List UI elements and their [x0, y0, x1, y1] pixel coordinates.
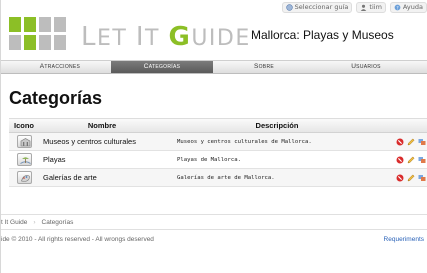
- column-header-icon: Icono: [14, 121, 34, 130]
- copyright-text: ide © 2010 - All rights reserved - All w…: [1, 236, 154, 243]
- translate-icon[interactable]: [418, 156, 426, 164]
- delete-icon[interactable]: [396, 156, 404, 164]
- globe-icon: [285, 3, 293, 11]
- beach-icon: [16, 153, 32, 166]
- brand-title[interactable]: LET IT GUIDE: [81, 22, 251, 52]
- category-description: Museos y centros culturales de Mallorca.: [177, 138, 312, 145]
- help-label: Ayuda: [402, 3, 423, 11]
- category-description: Galerías de arte de Mallorca.: [177, 174, 275, 181]
- edit-icon[interactable]: [407, 174, 415, 182]
- column-header-name: Nombre: [87, 121, 117, 130]
- tab-usuarios[interactable]: Usuarios: [315, 61, 417, 73]
- delete-icon[interactable]: [396, 138, 404, 146]
- tab-atracciones[interactable]: Atracciones: [9, 61, 111, 73]
- table-row[interactable]: Playas Playas de Mallorca.: [9, 151, 427, 169]
- page-title: Categorías: [9, 88, 103, 108]
- museum-icon: [16, 135, 32, 148]
- table-header: Icono Nombre Descripción: [9, 119, 427, 133]
- user-button[interactable]: tiim: [356, 1, 386, 13]
- breadcrumb-separator: ›: [33, 219, 36, 226]
- column-header-actions: [389, 119, 427, 132]
- translate-icon[interactable]: [418, 138, 426, 146]
- requirements-link[interactable]: Requeriments: [384, 236, 424, 243]
- delete-icon[interactable]: [396, 174, 404, 182]
- table-row[interactable]: Galerías de arte Galerías de arte de Mal…: [9, 169, 427, 187]
- tab-categorias[interactable]: Categorías: [111, 61, 213, 73]
- breadcrumb-current: Categorías: [41, 219, 74, 226]
- logo: [9, 17, 69, 53]
- help-button[interactable]: ? Ayuda: [389, 1, 427, 13]
- guide-subtitle: Mallorca: Playas y Museos: [251, 28, 394, 42]
- breadcrumb-home-link[interactable]: t It Guide: [1, 215, 27, 229]
- edit-icon[interactable]: [407, 138, 415, 146]
- select-guide-button[interactable]: Seleccionar guía: [281, 1, 353, 13]
- page: LET IT GUIDE Mallorca: Playas y Museos S…: [0, 0, 427, 273]
- tab-sobre[interactable]: Sobre: [213, 61, 315, 73]
- column-header-description: Descripción: [255, 121, 299, 130]
- breadcrumb: t It Guide › Categorías: [1, 214, 427, 230]
- category-name[interactable]: Museos y centros culturales: [39, 137, 165, 146]
- edit-icon[interactable]: [407, 156, 415, 164]
- main-nav: Atracciones Categorías Sobre Usuarios: [1, 60, 427, 74]
- help-icon: ?: [394, 4, 401, 11]
- categories-table: Icono Nombre Descripción Museos y centro…: [9, 118, 427, 187]
- user-icon: [361, 4, 367, 11]
- user-label: tiim: [369, 3, 382, 11]
- top-utility-bar: Seleccionar guía tiim ? Ayuda: [281, 0, 427, 14]
- art-gallery-icon: [16, 171, 32, 184]
- select-guide-label: Seleccionar guía: [294, 3, 349, 11]
- category-description: Playas de Mallorca.: [177, 156, 241, 163]
- translate-icon[interactable]: [418, 174, 426, 182]
- category-name[interactable]: Galerías de arte: [39, 173, 165, 182]
- category-name[interactable]: Playas: [39, 155, 165, 164]
- table-row[interactable]: Museos y centros culturales Museos y cen…: [9, 133, 427, 151]
